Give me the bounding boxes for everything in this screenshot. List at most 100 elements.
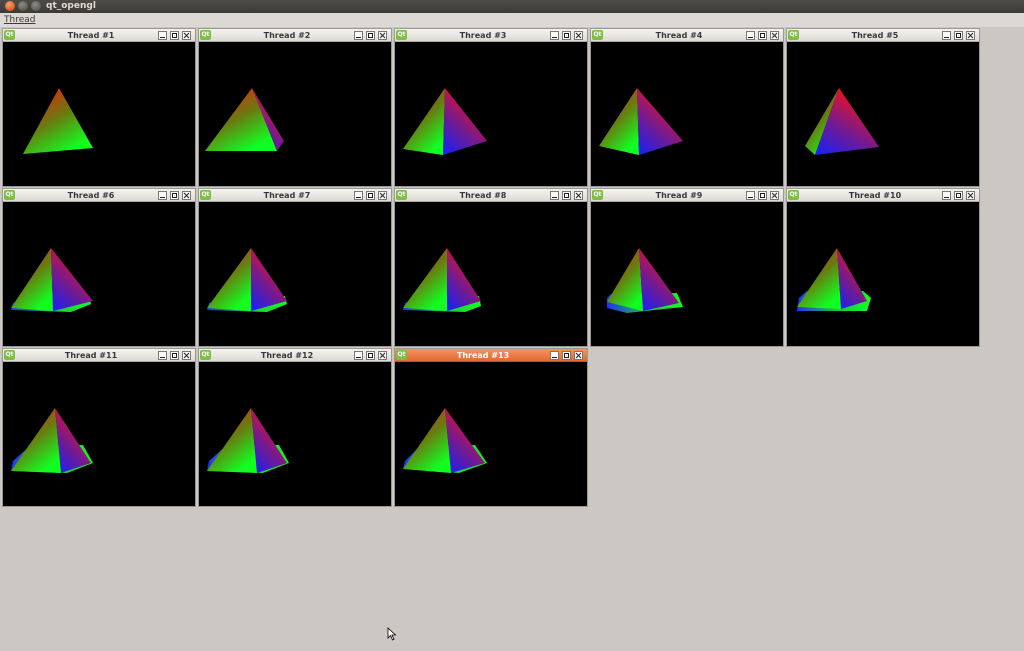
subwindow-titlebar[interactable]: Qt Thread #13 <box>395 349 587 362</box>
maximize-icon[interactable] <box>562 351 571 360</box>
gl-canvas[interactable] <box>199 43 391 186</box>
pyramid-scene <box>207 408 289 473</box>
gl-canvas[interactable] <box>3 363 195 506</box>
subwindow-thread[interactable]: Qt Thread #7 <box>198 188 392 347</box>
maximize-icon[interactable] <box>170 31 179 40</box>
subwindow-thread[interactable]: Qt Thread #9 <box>590 188 784 347</box>
subwindow-thread[interactable]: Qt Thread #1 <box>2 28 196 187</box>
pyramid-scene <box>207 248 287 312</box>
minimize-icon[interactable] <box>550 31 559 40</box>
subwindow-title: Thread #4 <box>655 31 703 40</box>
minimize-icon[interactable] <box>354 351 363 360</box>
maximize-icon[interactable] <box>170 351 179 360</box>
pyramid-scene <box>805 88 879 155</box>
close-icon[interactable] <box>182 351 191 360</box>
window-maximize-button[interactable] <box>31 1 41 11</box>
subwindow-title: Thread #9 <box>655 191 703 200</box>
pyramid-scene <box>607 248 683 313</box>
gl-canvas[interactable] <box>591 203 783 346</box>
maximize-icon[interactable] <box>366 31 375 40</box>
gl-canvas[interactable] <box>199 363 391 506</box>
minimize-icon[interactable] <box>942 191 951 200</box>
subwindow-title: Thread #11 <box>64 351 118 360</box>
close-icon[interactable] <box>182 31 191 40</box>
subwindow-titlebar[interactable]: Qt Thread #8 <box>395 189 587 202</box>
menu-thread[interactable]: Thread <box>4 15 35 25</box>
maximize-icon[interactable] <box>170 191 179 200</box>
minimize-icon[interactable] <box>550 191 559 200</box>
subwindow-titlebar[interactable]: Qt Thread #1 <box>3 29 195 42</box>
pyramid-scene <box>23 88 93 154</box>
minimize-icon[interactable] <box>354 191 363 200</box>
close-icon[interactable] <box>378 351 387 360</box>
subwindow-thread[interactable]: Qt Thread #2 <box>198 28 392 187</box>
gl-canvas[interactable] <box>395 203 587 346</box>
subwindow-thread[interactable]: Qt Thread #11 <box>2 348 196 507</box>
gl-canvas[interactable] <box>395 43 587 186</box>
window-close-button[interactable] <box>5 1 15 11</box>
close-icon[interactable] <box>574 31 583 40</box>
maximize-icon[interactable] <box>758 31 767 40</box>
gl-canvas[interactable] <box>591 43 783 186</box>
gl-canvas[interactable] <box>3 43 195 186</box>
maximize-icon[interactable] <box>562 31 571 40</box>
maximize-icon[interactable] <box>366 351 375 360</box>
subwindow-title: Thread #1 <box>67 31 115 40</box>
pyramid-scene <box>599 88 683 155</box>
subwindow-titlebar[interactable]: Qt Thread #6 <box>3 189 195 202</box>
subwindow-titlebar[interactable]: Qt Thread #5 <box>787 29 979 42</box>
subwindow-titlebar[interactable]: Qt Thread #7 <box>199 189 391 202</box>
subwindow-thread[interactable]: Qt Thread #6 <box>2 188 196 347</box>
gl-canvas[interactable] <box>395 363 587 506</box>
subwindow-thread[interactable]: Qt Thread #10 <box>786 188 980 347</box>
minimize-icon[interactable] <box>746 191 755 200</box>
close-icon[interactable] <box>378 31 387 40</box>
maximize-icon[interactable] <box>954 31 963 40</box>
subwindow-titlebar[interactable]: Qt Thread #2 <box>199 29 391 42</box>
maximize-icon[interactable] <box>954 191 963 200</box>
minimize-icon[interactable] <box>158 351 167 360</box>
subwindow-title: Thread #2 <box>263 31 311 40</box>
window-titlebar[interactable]: qt_opengl <box>0 0 1024 13</box>
pyramid-scene <box>11 408 93 473</box>
close-icon[interactable] <box>966 191 975 200</box>
close-icon[interactable] <box>770 31 779 40</box>
maximize-icon[interactable] <box>366 191 375 200</box>
subwindow-title: Thread #6 <box>67 191 115 200</box>
subwindow-title: Thread #10 <box>848 191 902 200</box>
subwindow-titlebar[interactable]: Qt Thread #11 <box>3 349 195 362</box>
close-icon[interactable] <box>574 191 583 200</box>
close-icon[interactable] <box>378 191 387 200</box>
pyramid-scene <box>403 248 481 312</box>
close-icon[interactable] <box>770 191 779 200</box>
pyramid-scene <box>797 248 871 311</box>
minimize-icon[interactable] <box>942 31 951 40</box>
subwindow-thread[interactable]: Qt Thread #4 <box>590 28 784 187</box>
subwindow-thread[interactable]: Qt Thread #8 <box>394 188 588 347</box>
subwindow-titlebar[interactable]: Qt Thread #3 <box>395 29 587 42</box>
subwindow-thread[interactable]: Qt Thread #3 <box>394 28 588 187</box>
gl-canvas[interactable] <box>787 203 979 346</box>
subwindow-titlebar[interactable]: Qt Thread #4 <box>591 29 783 42</box>
subwindow-titlebar[interactable]: Qt Thread #12 <box>199 349 391 362</box>
subwindow-thread[interactable]: Qt Thread #5 <box>786 28 980 187</box>
minimize-icon[interactable] <box>746 31 755 40</box>
subwindow-titlebar[interactable]: Qt Thread #9 <box>591 189 783 202</box>
gl-canvas[interactable] <box>787 43 979 186</box>
gl-canvas[interactable] <box>199 203 391 346</box>
close-icon[interactable] <box>182 191 191 200</box>
window-minimize-button[interactable] <box>18 1 28 11</box>
minimize-icon[interactable] <box>354 31 363 40</box>
minimize-icon[interactable] <box>158 191 167 200</box>
mouse-cursor-icon <box>387 627 397 641</box>
subwindow-thread[interactable]: Qt Thread #13 <box>394 348 588 507</box>
gl-canvas[interactable] <box>3 203 195 346</box>
subwindow-thread[interactable]: Qt Thread #12 <box>198 348 392 507</box>
subwindow-titlebar[interactable]: Qt Thread #10 <box>787 189 979 202</box>
maximize-icon[interactable] <box>758 191 767 200</box>
close-icon[interactable] <box>966 31 975 40</box>
minimize-icon[interactable] <box>550 351 559 360</box>
close-icon[interactable] <box>574 351 583 360</box>
maximize-icon[interactable] <box>562 191 571 200</box>
minimize-icon[interactable] <box>158 31 167 40</box>
